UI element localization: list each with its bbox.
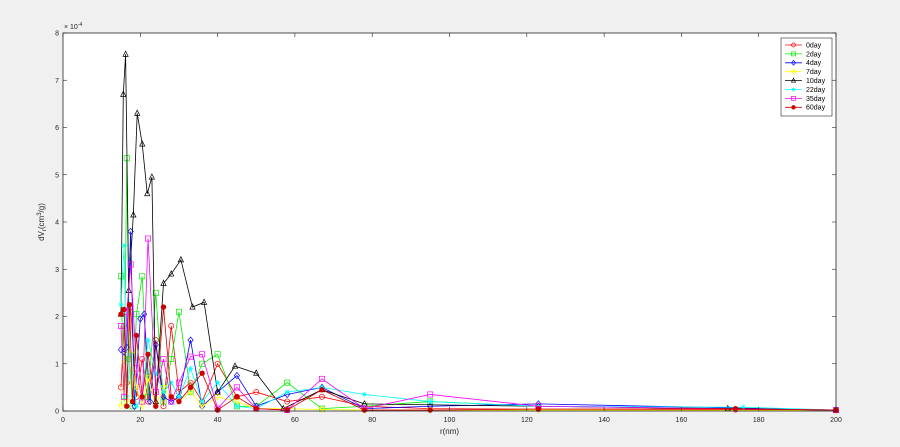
- data-point: [427, 398, 433, 405]
- x-tick-label: 200: [830, 417, 842, 424]
- data-point: [791, 87, 796, 92]
- x-tick-label: 0: [61, 417, 65, 424]
- legend-label: 22day: [806, 87, 826, 94]
- data-point: [145, 351, 151, 357]
- data-point: [199, 370, 205, 376]
- y-tick-label: 6: [55, 125, 59, 132]
- y-axis-label: dVr(cm3/g): [37, 203, 48, 241]
- data-point: [126, 301, 133, 308]
- data-point: [139, 394, 145, 400]
- x-tick-label: 80: [368, 417, 376, 424]
- data-point: [732, 405, 739, 412]
- legend-label: 0day: [806, 42, 822, 49]
- y-exponent-power: -4: [78, 22, 83, 28]
- legend-label: 35day: [806, 96, 826, 103]
- data-point: [153, 370, 159, 376]
- data-point: [215, 380, 221, 386]
- y-tick-label: 4: [55, 220, 59, 227]
- x-tick-label: 40: [214, 417, 222, 424]
- data-point: [234, 403, 240, 409]
- y-tick-label: 7: [55, 78, 59, 85]
- data-point: [253, 405, 259, 412]
- data-point: [791, 105, 796, 110]
- y-tick-label: 8: [55, 31, 59, 38]
- x-tick-label: 60: [291, 417, 299, 424]
- data-point: [234, 394, 240, 400]
- legend: 0day 2day 4day 7day 10day 22day 35day 60day: [780, 37, 833, 117]
- x-tick-label: 120: [521, 417, 533, 424]
- data-point: [118, 311, 124, 317]
- legend-label: 2day: [806, 51, 822, 58]
- data-point: [121, 243, 127, 249]
- legend-label: 4day: [806, 60, 822, 67]
- y-tick-label: 0: [55, 409, 59, 416]
- data-point: [284, 407, 290, 413]
- x-tick-label: 100: [444, 417, 456, 424]
- data-point: [176, 394, 182, 400]
- y-tick-label: 2: [55, 314, 59, 321]
- x-tick-label: 140: [598, 417, 610, 424]
- data-point: [160, 389, 167, 395]
- data-point: [427, 407, 433, 413]
- data-point: [319, 387, 325, 393]
- data-point: [133, 403, 140, 409]
- figure-canvas: 0 20 40 60 80 100 120 140 160 180 200 0 1 2 3 4 5 6 7 8 × …: [37, 22, 842, 436]
- x-tick-label: 20: [136, 417, 144, 424]
- data-point: [361, 407, 368, 413]
- y-exponent-label: × 10-4: [64, 22, 82, 31]
- data-point: [118, 302, 124, 308]
- x-tick-label: 180: [753, 417, 765, 424]
- x-tick-label: 160: [676, 417, 688, 424]
- data-point: [160, 304, 167, 310]
- data-point: [121, 306, 127, 313]
- legend-label: 10day: [806, 78, 826, 85]
- data-point: [361, 391, 368, 398]
- legend-label: 60day: [806, 105, 826, 112]
- data-point: [129, 398, 136, 405]
- data-point: [153, 403, 159, 409]
- y-tick-label: 1: [55, 361, 59, 368]
- data-point: [168, 394, 174, 400]
- y-tick-label: 3: [55, 267, 59, 274]
- plot-area: [63, 33, 836, 411]
- data-point: [176, 398, 182, 405]
- data-point: [187, 384, 194, 391]
- data-point: [124, 403, 130, 409]
- x-axis-label: r(nm): [440, 427, 459, 436]
- data-point: [187, 365, 194, 372]
- data-point: [133, 332, 140, 339]
- data-point: [284, 389, 290, 395]
- y-tick-label: 5: [55, 172, 59, 179]
- legend-label: 7day: [806, 69, 822, 76]
